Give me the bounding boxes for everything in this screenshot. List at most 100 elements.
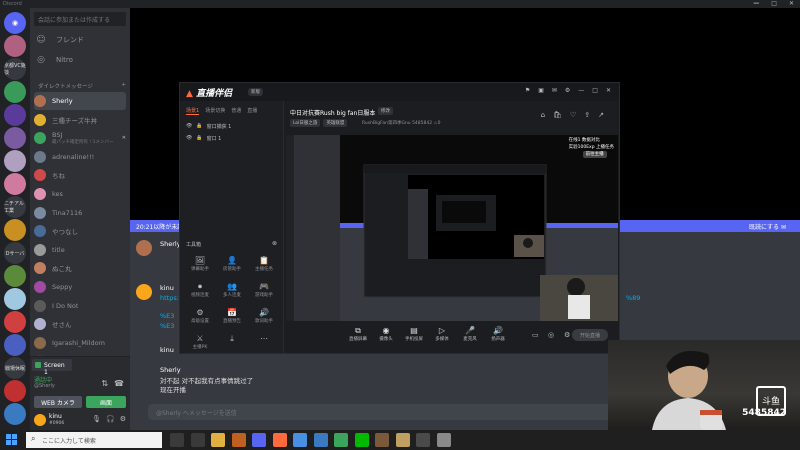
taskview-icon[interactable] (190, 433, 205, 447)
avatar[interactable] (136, 240, 152, 256)
nav-nitro[interactable]: ◎ Nitro (34, 52, 126, 68)
server-icon[interactable] (4, 265, 26, 287)
dm-item[interactable]: BSJ 最パッチ確定所有 ! 1メンバー ✕ (34, 129, 126, 147)
app2-icon[interactable] (395, 433, 410, 447)
minimize-icon[interactable]: — (578, 87, 584, 94)
server-icon[interactable] (4, 127, 26, 149)
message-link[interactable]: %E3 (160, 312, 174, 320)
layout-icon[interactable]: ▭ (532, 331, 539, 339)
server-icon[interactable] (4, 334, 26, 356)
server-icon[interactable] (4, 150, 26, 172)
dm-item[interactable]: adrenaline!!! (34, 148, 126, 166)
message-link-tail[interactable]: %89 (626, 294, 640, 302)
room-title[interactable]: 中日对抗赛Rush big fan日服本 (290, 108, 375, 117)
taskbar-search-input[interactable]: ここに入力して検索 (26, 432, 162, 448)
tab-live[interactable]: 直播 (247, 107, 257, 115)
start-button[interactable] (6, 434, 18, 446)
server-icon[interactable] (4, 219, 26, 241)
dm-item[interactable]: ちね (34, 166, 126, 184)
minimize-button[interactable]: — (753, 0, 759, 7)
server-icon[interactable] (4, 311, 26, 333)
bottom-tool[interactable]: ⧉ 直播屏幕 (344, 325, 372, 342)
app3-icon[interactable] (436, 433, 451, 447)
server-icon[interactable] (4, 380, 26, 402)
nav-friends[interactable]: ☺ フレンド (34, 32, 126, 48)
douyu-icon[interactable] (272, 433, 287, 447)
server-icon[interactable]: ニチアル工業 (4, 196, 26, 218)
dm-item[interactable]: Seppy (34, 278, 126, 296)
dm-item[interactable]: ぬこ丸 (34, 259, 126, 277)
tool-task[interactable]: 📋 主播任务 (248, 255, 280, 277)
server-icon[interactable]: 戦場休眠 (4, 357, 26, 379)
bottom-tool[interactable]: ▷ 多媒体 (428, 325, 456, 342)
line-icon[interactable] (354, 433, 369, 447)
server-icon[interactable] (4, 81, 26, 103)
target-icon[interactable]: ◎ (548, 331, 554, 339)
obs-icon[interactable] (416, 433, 430, 447)
dm-item[interactable]: やつなし (34, 222, 126, 240)
server-icon[interactable] (4, 288, 26, 310)
tool-calendar[interactable]: 📅 直播预告 (216, 307, 248, 329)
tool-gift[interactable]: 🖼 弹幕助手 (184, 255, 216, 277)
dm-item[interactable]: title (34, 241, 126, 259)
dm-item[interactable]: 三種チーズ牛丼 (34, 111, 126, 129)
server-icon[interactable]: Dサーバ (4, 242, 26, 264)
dm-item[interactable]: Tina7116 (34, 204, 126, 222)
dm-item[interactable]: Sherly (34, 92, 126, 110)
bottom-tool[interactable]: 🔊 扬声器 (484, 325, 512, 342)
maximize-button[interactable]: □ (771, 0, 777, 7)
bottom-tool[interactable]: ◉ 摄像头 (372, 325, 400, 342)
bottom-tool[interactable]: ▤ 手机投屏 (400, 325, 428, 342)
tab-scene1[interactable]: 场景1 (186, 107, 200, 115)
server-icon[interactable] (4, 35, 26, 57)
lock-icon[interactable]: 🔒 (196, 135, 202, 142)
scene-source[interactable]: 👁 🔒 窗口 1 (186, 135, 221, 142)
tab-normal[interactable]: 普通 (231, 107, 241, 115)
screen-share-pill[interactable]: Screen 1 (32, 359, 72, 376)
gear-icon[interactable]: ⚙ (120, 415, 126, 423)
mark-read-button[interactable]: 既読にする ✉ (749, 222, 786, 231)
start-live-button[interactable]: 开始直播 (572, 329, 608, 341)
message-author[interactable]: Sherly (160, 240, 181, 248)
room-tag[interactable]: 英雄联盟 (323, 119, 348, 127)
room-tag[interactable]: Lol日服之旅 (290, 119, 321, 127)
tab-scene-switch[interactable]: 场景切换 (205, 107, 225, 115)
explorer-icon[interactable] (211, 433, 225, 447)
tool-game[interactable]: 🎮 游戏助手 (248, 281, 280, 303)
discord-icon[interactable] (252, 433, 266, 447)
version-badge[interactable]: 新版 (248, 88, 263, 96)
tool-more[interactable]: ⋯ (248, 333, 280, 355)
discord-icon[interactable]: ◉ (4, 12, 26, 34)
eye-icon[interactable]: 👁 (186, 135, 192, 142)
chrome-icon[interactable] (293, 433, 307, 447)
bag-icon[interactable]: 🛍 (553, 111, 562, 119)
scene-source[interactable]: 👁 🔒 窗口捕获 1 (186, 123, 231, 130)
server-icon[interactable] (4, 403, 26, 425)
mail-icon[interactable]: ✉ (552, 87, 557, 94)
tool-record[interactable]: ⏺ 视频连麦 (184, 281, 216, 303)
maximize-icon[interactable]: □ (592, 87, 598, 94)
server-icon[interactable] (4, 173, 26, 195)
add-dm-button[interactable]: + (121, 82, 126, 90)
room-edit-button[interactable]: 修改 (378, 107, 393, 115)
upload-icon[interactable]: ⇪ (584, 111, 590, 119)
headphones-icon[interactable]: 🎧 (106, 415, 115, 423)
dm-item[interactable]: kes (34, 185, 126, 203)
disconnect-icon[interactable]: ☎ (114, 379, 124, 388)
avatar[interactable] (34, 414, 46, 426)
avatar[interactable] (136, 284, 152, 300)
mic-icon[interactable]: 🎙 (92, 415, 101, 423)
home-icon[interactable]: ⌂ (541, 111, 545, 119)
close-icon[interactable]: ✕ (122, 135, 126, 141)
wechat-icon[interactable] (334, 433, 348, 447)
eye-icon[interactable]: 👁 (186, 123, 192, 130)
lock-icon[interactable]: 🔒 (196, 123, 202, 130)
settings-icon[interactable]: ⚙ (564, 331, 570, 339)
game-icon[interactable] (375, 433, 389, 447)
server-icon[interactable]: 京都VC雑談 (4, 58, 26, 80)
close-icon[interactable]: ✕ (606, 87, 611, 94)
message-author[interactable]: kinu (160, 284, 174, 292)
tool-pk[interactable]: ⚔ 主播PK (184, 333, 216, 355)
overlay-button[interactable]: 前往主播 (582, 151, 607, 158)
close-button[interactable]: ✕ (789, 0, 794, 7)
